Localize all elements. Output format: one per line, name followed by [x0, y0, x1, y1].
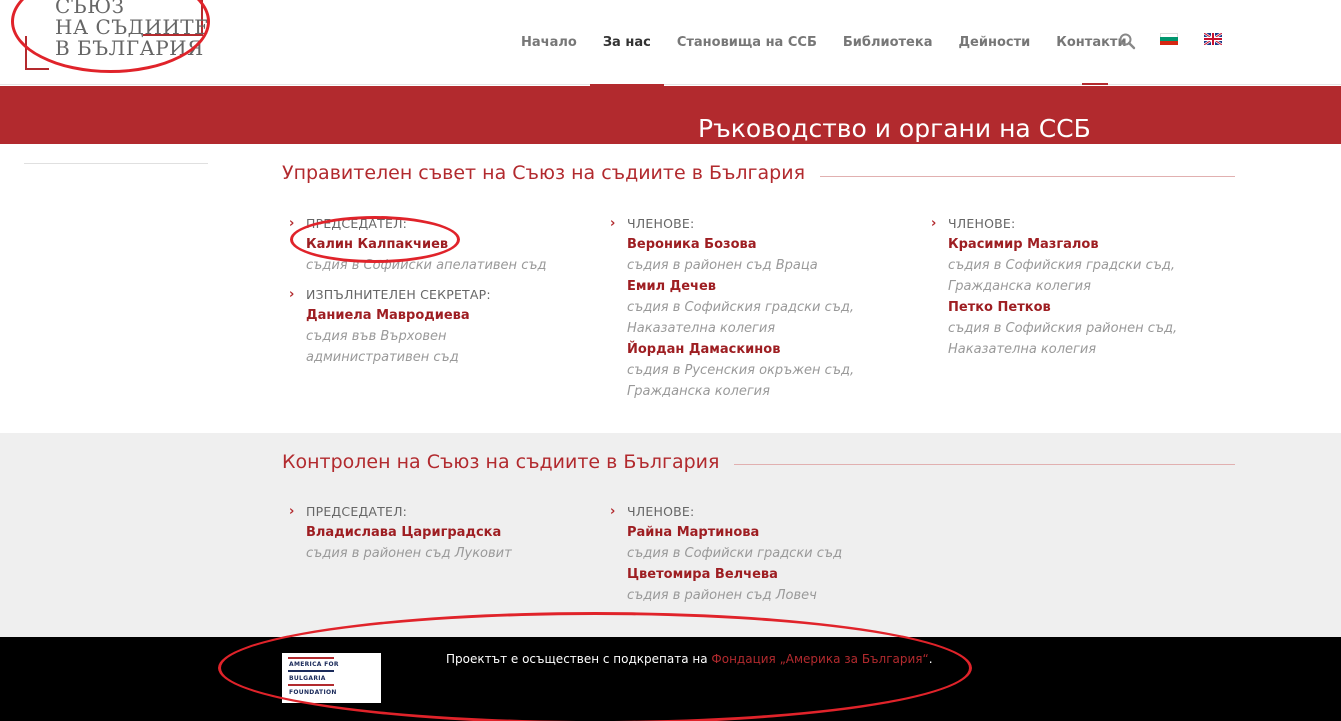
- nav-item-activities[interactable]: Дейности: [945, 0, 1043, 85]
- member-name-link[interactable]: Петко Петков: [948, 297, 1224, 318]
- chevron-right-icon: ›: [289, 287, 295, 302]
- member-description: съдия в Русенския окръжен съд,: [627, 363, 855, 378]
- role-label: ЧЛЕНОВЕ:: [948, 216, 1016, 231]
- list-item: › ПРЕДСЕДАТЕЛ: Владислава Цариградска съ…: [282, 501, 582, 564]
- nav-item-about[interactable]: За нас: [589, 0, 664, 86]
- nav-hover-marker: [1082, 83, 1108, 85]
- role-label: ИЗПЪЛНИТЕЛЕН СЕКРЕТАР:: [306, 287, 491, 302]
- member-description: съдия в районен съд Враца: [627, 258, 818, 273]
- annotation-oval-chairman: [290, 216, 460, 263]
- control-column-1: › ПРЕДСЕДАТЕЛ: Владислава Цариградска съ…: [282, 501, 582, 564]
- member-description: съдия във Върховен: [306, 329, 447, 344]
- member-description: Гражданска колегия: [948, 279, 1091, 294]
- search-icon[interactable]: [1118, 32, 1136, 50]
- section-title-rule: [734, 464, 1235, 465]
- main-nav: Начало За нас Становища на ССБ Библиотек…: [508, 0, 1140, 86]
- member-name-link[interactable]: Емил Дечев: [627, 276, 903, 297]
- member-name-link[interactable]: Йордан Дамаскинов: [627, 339, 903, 360]
- chevron-right-icon: ›: [289, 504, 295, 519]
- member-name-link[interactable]: Красимир Мазгалов: [948, 234, 1224, 255]
- list-item: › ЧЛЕНОВЕ: Вероника Бозова съдия в район…: [603, 213, 903, 402]
- member-name-link[interactable]: Вероника Бозова: [627, 234, 903, 255]
- nav-item-statements[interactable]: Становища на ССБ: [664, 0, 830, 85]
- board-section-title: Управителен съвет на Съюз на съдиите в Б…: [282, 162, 818, 184]
- member-description: съдия в районен съд Луковит: [306, 546, 512, 561]
- role-label: ПРЕДСЕДАТЕЛ:: [306, 504, 408, 519]
- board-section: Управителен съвет на Съюз на съдиите в Б…: [0, 144, 1341, 433]
- list-item: › ЧЛЕНОВЕ: Райна Мартинова съдия в Софий…: [603, 501, 903, 606]
- member-description: Наказателна колегия: [948, 342, 1097, 357]
- member-description: съдия в Софийски градски съд: [627, 546, 843, 561]
- member-name-link[interactable]: Владислава Цариградска: [306, 522, 582, 543]
- list-item: › ИЗПЪЛНИТЕЛЕН СЕКРЕТАР: Даниела Мавроди…: [282, 284, 582, 368]
- member-name-link[interactable]: Даниела Мавродиева: [306, 305, 582, 326]
- member-name-link[interactable]: Райна Мартинова: [627, 522, 903, 543]
- member-name-link[interactable]: Цветомира Велчева: [627, 564, 903, 585]
- list-item: › ЧЛЕНОВЕ: Красимир Мазгалов съдия в Соф…: [924, 213, 1224, 360]
- chevron-right-icon: ›: [610, 504, 616, 519]
- page-title-banner: [0, 86, 1341, 144]
- role-label: ЧЛЕНОВЕ:: [627, 216, 695, 231]
- member-description: административен съд: [306, 350, 459, 365]
- english-flag-icon[interactable]: [1204, 33, 1222, 45]
- board-column-3: › ЧЛЕНОВЕ: Красимир Мазгалов съдия в Соф…: [924, 213, 1224, 360]
- page-title: Ръководство и органи на ССБ: [698, 114, 1091, 143]
- member-description: съдия в Софийския градски съд,: [627, 300, 855, 315]
- sidebar-divider: [24, 163, 208, 164]
- member-description: Гражданска колегия: [627, 384, 770, 399]
- control-section-title: Контролен на Съюз на съдиите в България: [282, 451, 732, 473]
- member-description: съдия в Софийския районен съд,: [948, 321, 1178, 336]
- bulgarian-flag-icon[interactable]: [1160, 33, 1178, 45]
- chevron-right-icon: ›: [289, 216, 295, 231]
- page: СЪЮЗ НА СЪДИИТЕ В БЪЛГАРИЯ Начало За нас…: [0, 0, 1341, 721]
- annotation-oval-footer: [218, 612, 972, 721]
- section-title-rule: [820, 176, 1235, 177]
- nav-item-home[interactable]: Начало: [508, 0, 590, 85]
- member-description: Наказателна колегия: [627, 321, 776, 336]
- chevron-right-icon: ›: [610, 216, 616, 231]
- control-column-2: › ЧЛЕНОВЕ: Райна Мартинова съдия в Софий…: [603, 501, 903, 606]
- chevron-right-icon: ›: [931, 216, 937, 231]
- member-description: съдия в районен съд Ловеч: [627, 588, 817, 603]
- nav-item-library[interactable]: Библиотека: [830, 0, 946, 85]
- board-column-2: › ЧЛЕНОВЕ: Вероника Бозова съдия в район…: [603, 213, 903, 402]
- control-section: Контролен на Съюз на съдиите в България …: [0, 433, 1341, 637]
- role-label: ЧЛЕНОВЕ:: [627, 504, 695, 519]
- member-description: съдия в Софийския градски съд,: [948, 258, 1176, 273]
